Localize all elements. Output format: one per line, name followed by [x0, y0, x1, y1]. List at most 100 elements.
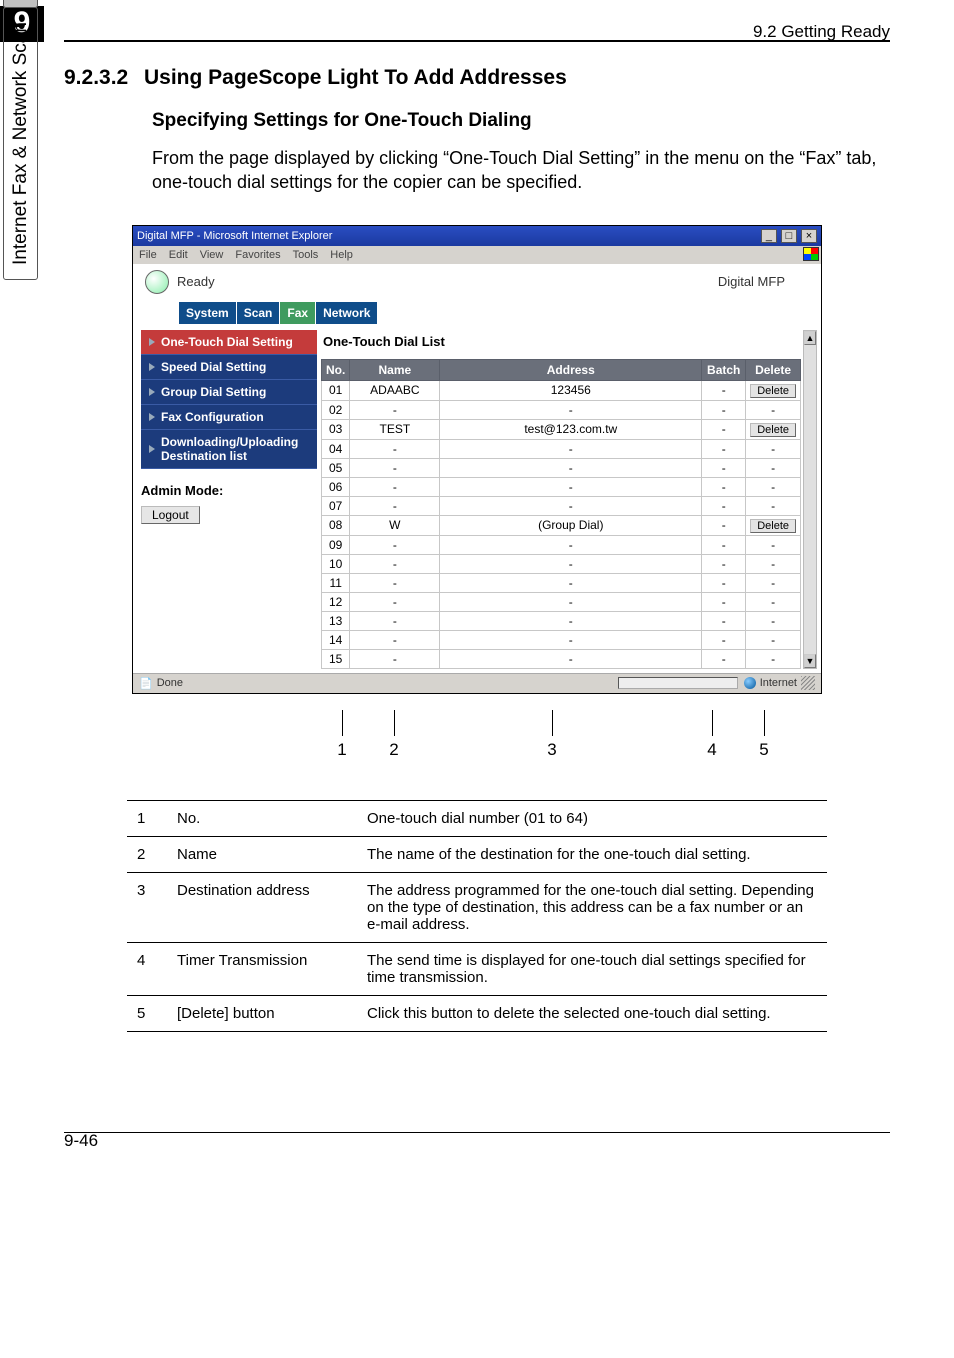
desc-term: Destination address [167, 872, 357, 942]
minimize-button[interactable]: _ [761, 229, 777, 243]
cell: ADAABC [350, 380, 440, 400]
tab-scan[interactable]: Scan [237, 302, 280, 324]
cell-delete: Delete [746, 515, 801, 535]
desc-term: Name [167, 836, 357, 872]
menu-view[interactable]: View [200, 249, 224, 261]
cell: - [702, 611, 746, 630]
header-right: 9.2 Getting Ready [753, 22, 890, 42]
table-row: 01ADAABC123456-Delete [322, 380, 801, 400]
cell: - [702, 439, 746, 458]
table-row: 15---- [322, 649, 801, 668]
desc-text: One-touch dial number (01 to 64) [357, 800, 827, 836]
triangle-icon [149, 338, 155, 346]
cell: 04 [322, 439, 350, 458]
cell: - [702, 630, 746, 649]
cell-delete: - [746, 630, 801, 649]
cell-delete: - [746, 611, 801, 630]
cell: - [440, 496, 702, 515]
sidebar-item-speed[interactable]: Speed Dial Setting [141, 355, 317, 380]
admin-mode-label: Admin Mode: [141, 483, 317, 498]
page-icon: 📄 [139, 677, 153, 690]
col-no: No. [322, 359, 350, 380]
delete-button[interactable]: Delete [750, 423, 796, 437]
cell: - [350, 649, 440, 668]
anno-1: 1 [337, 740, 346, 760]
triangle-icon [149, 388, 155, 396]
cell: - [440, 649, 702, 668]
scroll-up-icon[interactable]: ▲ [804, 331, 816, 345]
menu-file[interactable]: File [139, 249, 157, 261]
menu-tools[interactable]: Tools [293, 249, 319, 261]
list-title: One-Touch Dial List [323, 334, 801, 349]
ie-window: Digital MFP - Microsoft Internet Explore… [132, 225, 822, 694]
table-row: 04---- [322, 439, 801, 458]
description-table: 1No.One-touch dial number (01 to 64)2Nam… [127, 800, 827, 1032]
scroll-down-icon[interactable]: ▼ [804, 654, 816, 668]
delete-button[interactable]: Delete [750, 519, 796, 533]
cell-delete: Delete [746, 380, 801, 400]
spine-2: Chapter 9 [3, 0, 38, 8]
menu-help[interactable]: Help [330, 249, 353, 261]
status-ready: Ready [177, 274, 718, 289]
sidebar-item-faxconf[interactable]: Fax Configuration [141, 405, 317, 430]
tab-system[interactable]: System [179, 302, 236, 324]
resize-grip-icon [801, 676, 815, 690]
cell: - [440, 439, 702, 458]
cell-delete: - [746, 458, 801, 477]
sidebar-item-group[interactable]: Group Dial Setting [141, 380, 317, 405]
tab-network[interactable]: Network [316, 302, 377, 324]
cell: 06 [322, 477, 350, 496]
sidebar-item-onetouch[interactable]: One-Touch Dial Setting [141, 330, 317, 355]
spine-labels: Internet Fax & Network ScanChapter 9 [10, 0, 32, 280]
anno-5: 5 [759, 740, 768, 760]
close-button[interactable]: × [801, 229, 817, 243]
menu-edit[interactable]: Edit [169, 249, 188, 261]
menu-favorites[interactable]: Favorites [235, 249, 280, 261]
cell: - [702, 380, 746, 400]
section-heading: 9.2.3.2Using PageScope Light To Add Addr… [64, 66, 890, 90]
table-row: 09---- [322, 535, 801, 554]
sidebar-item-destlist[interactable]: Downloading/Uploading Destination list [141, 430, 317, 469]
zone-label: Internet [760, 677, 797, 689]
cell: - [350, 592, 440, 611]
sidebar-item-label: One-Touch Dial Setting [161, 335, 293, 349]
cell: - [440, 554, 702, 573]
col-address: Address [440, 359, 702, 380]
globe-icon [744, 677, 756, 689]
page-footer: 9-46 [64, 1131, 98, 1151]
desc-term: [Delete] button [167, 995, 357, 1031]
cell: - [350, 400, 440, 419]
sidebar-item-label: Group Dial Setting [161, 385, 266, 399]
cell-delete: - [746, 535, 801, 554]
desc-text: Click this button to delete the selected… [357, 995, 827, 1031]
delete-button[interactable]: Delete [750, 384, 796, 398]
cell: 09 [322, 535, 350, 554]
status-done: Done [157, 677, 183, 689]
cell: - [440, 573, 702, 592]
progress-bar [618, 677, 738, 689]
table-row: 2NameThe name of the destination for the… [127, 836, 827, 872]
cell: 13 [322, 611, 350, 630]
cell: - [350, 573, 440, 592]
cell: - [350, 439, 440, 458]
scrollbar[interactable]: ▲ ▼ [803, 330, 817, 669]
cell: 11 [322, 573, 350, 592]
table-row: 05---- [322, 458, 801, 477]
table-row: 03TESTtest@123.com.tw-Delete [322, 419, 801, 439]
table-row: 11---- [322, 573, 801, 592]
table-row: 13---- [322, 611, 801, 630]
cell: - [350, 458, 440, 477]
triangle-icon [149, 363, 155, 371]
cell: - [350, 554, 440, 573]
cell-delete: - [746, 477, 801, 496]
section-title: Using PageScope Light To Add Addresses [144, 66, 567, 89]
logout-button[interactable]: Logout [141, 506, 200, 524]
cell: - [350, 477, 440, 496]
tab-fax[interactable]: Fax [280, 302, 315, 324]
cell: - [440, 592, 702, 611]
cell-delete: - [746, 554, 801, 573]
section-number: 9.2.3.2 [64, 66, 144, 90]
maximize-button[interactable]: □ [781, 229, 797, 243]
body-text: From the page displayed by clicking “One… [152, 146, 890, 195]
cell: - [440, 611, 702, 630]
